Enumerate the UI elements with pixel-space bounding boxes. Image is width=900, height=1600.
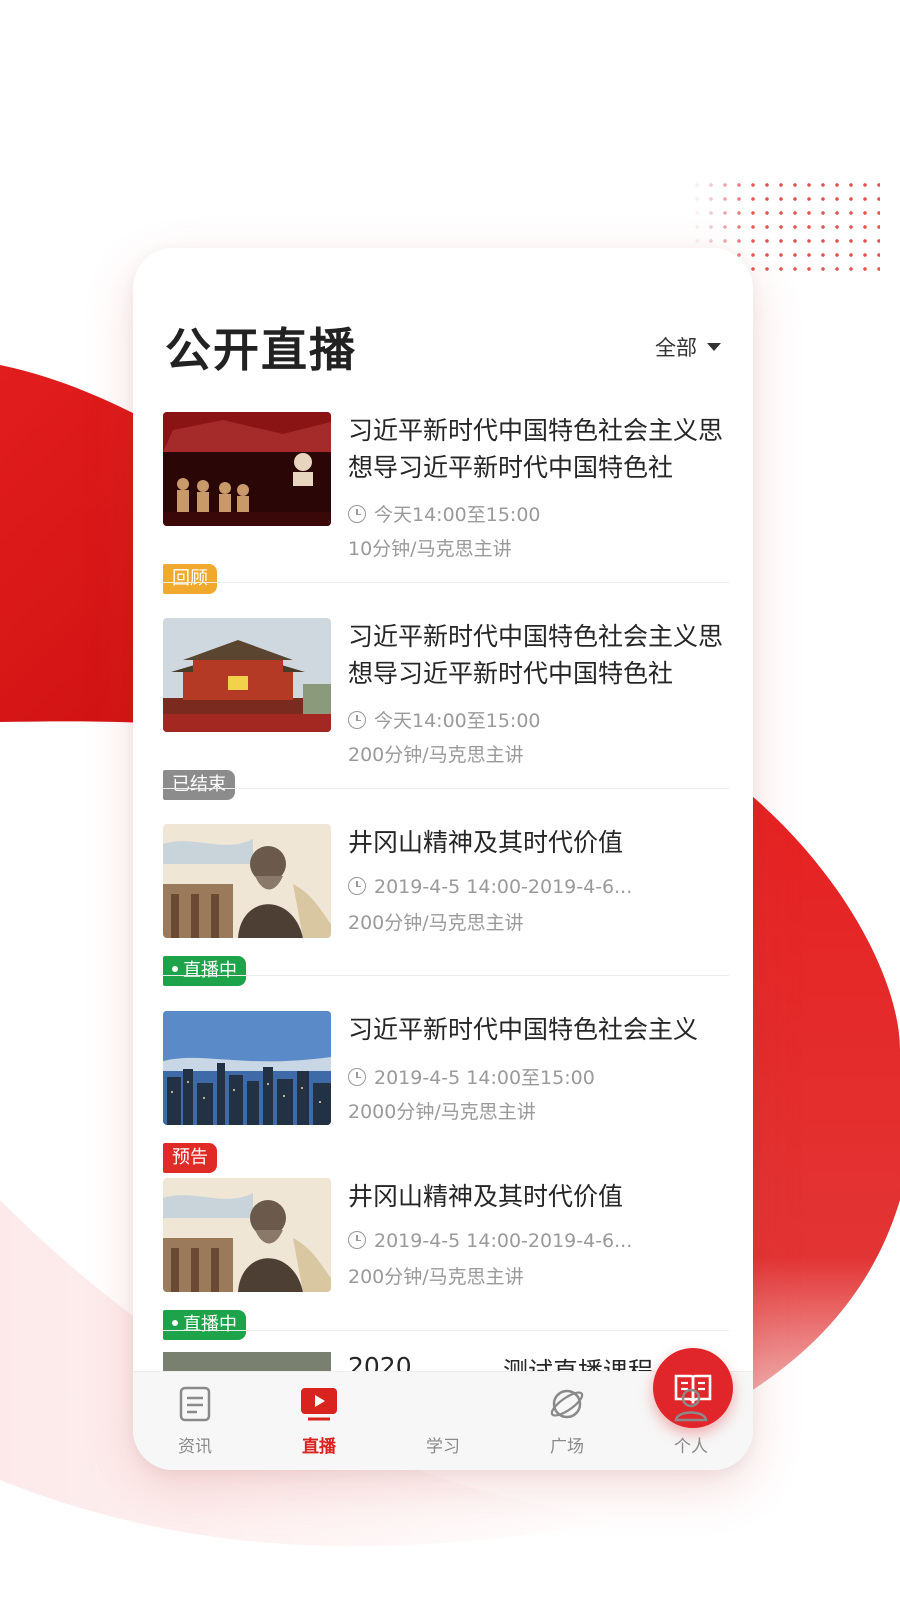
item-duration-speaker: 200分钟/马克思主讲 — [348, 1266, 524, 1288]
filter-label: 全部 — [655, 336, 697, 360]
tab-profile[interactable]: 个人 — [629, 1384, 753, 1457]
status-badge: 回顾 — [163, 564, 217, 594]
status-badge: 直播中 — [163, 1310, 246, 1340]
live-play-icon — [301, 1388, 337, 1421]
caret-down-icon — [707, 343, 721, 351]
tab-label: 广场 — [550, 1437, 584, 1457]
news-icon — [179, 1386, 211, 1422]
item-title: 井冈山精神及其时代价值 — [348, 828, 624, 857]
item-title: 习近平新时代中国特色社会主义思想导习近平新时代中国特色社 — [348, 622, 724, 688]
item-time: 2019-4-5 14:00-2019-4-6... — [348, 876, 730, 898]
tab-label: 资讯 — [178, 1437, 212, 1457]
item-duration-speaker: 200分钟/马克思主讲 — [348, 744, 524, 766]
list-item[interactable]: 回顾 习近平新时代中国特色社会主义思想导习近平新时代中国特色社 今天14:00至… — [163, 412, 730, 594]
item-duration-speaker: 10分钟/马克思主讲 — [348, 538, 512, 560]
divider — [163, 788, 729, 789]
clock-icon — [348, 710, 366, 729]
tab-label: 直播 — [302, 1437, 336, 1457]
item-title: 习近平新时代中国特色社会主义 — [348, 1015, 699, 1044]
clock-icon — [348, 504, 366, 523]
status-badge: 直播中 — [163, 956, 246, 986]
tab-study[interactable]: 学习 — [381, 1348, 733, 1457]
tab-label: 个人 — [674, 1437, 708, 1457]
city-skyline-image — [163, 1011, 331, 1125]
item-time: 今天14:00至15:00 — [348, 500, 730, 527]
tab-live[interactable]: 直播 — [257, 1384, 381, 1457]
tab-label: 学习 — [426, 1437, 460, 1457]
marx-statue-image — [163, 824, 331, 938]
item-duration-speaker: 200分钟/马克思主讲 — [348, 912, 524, 934]
item-title: 井冈山精神及其时代价值 — [348, 1182, 624, 1211]
item-time: 2019-4-5 14:00至15:00 — [348, 1063, 730, 1090]
filter-dropdown[interactable]: 全部 — [655, 332, 721, 362]
divider — [163, 1330, 729, 1331]
list-item[interactable]: 预告 习近平新时代中国特色社会主义 2019-4-5 14:00至15:00 2… — [163, 1011, 730, 1173]
divider — [163, 582, 729, 583]
header: 公开直播 全部 — [165, 314, 721, 378]
marx-statue-image — [163, 1178, 331, 1292]
live-list-card: 公开直播 全部 回顾 习近平新时代中国特色社会主义思想导习近平新时代中国特色社 … — [133, 248, 753, 1470]
status-badge: 预告 — [163, 1143, 217, 1173]
clock-icon — [348, 1067, 366, 1086]
tab-square[interactable]: 广场 — [505, 1384, 629, 1457]
page-title: 公开直播 — [165, 323, 357, 377]
list-item[interactable]: 直播中 井冈山精神及其时代价值 2019-4-5 14:00-2019-4-6.… — [163, 824, 730, 986]
list-item[interactable]: 已结束 习近平新时代中国特色社会主义思想导习近平新时代中国特色社 今天14:00… — [163, 618, 730, 800]
divider — [163, 975, 729, 976]
list-item[interactable]: 直播中 井冈山精神及其时代价值 2019-4-5 14:00-2019-4-6.… — [163, 1178, 730, 1340]
bottom-tab-bar: 资讯 直播 学习 广场 个人 — [133, 1348, 753, 1470]
item-time: 2019-4-5 14:00-2019-4-6... — [348, 1230, 730, 1252]
museum-relief-image — [163, 412, 331, 526]
clock-icon — [348, 876, 366, 895]
clock-icon — [348, 1230, 366, 1249]
item-title: 习近平新时代中国特色社会主义思想导习近平新时代中国特色社 — [348, 416, 724, 482]
item-time: 今天14:00至15:00 — [348, 706, 730, 733]
tiananmen-image — [163, 618, 331, 732]
status-badge: 已结束 — [163, 770, 235, 800]
tab-news[interactable]: 资讯 — [133, 1384, 257, 1457]
planet-icon — [550, 1389, 584, 1419]
item-duration-speaker: 2000分钟/马克思主讲 — [348, 1101, 536, 1123]
user-icon — [674, 1388, 708, 1422]
